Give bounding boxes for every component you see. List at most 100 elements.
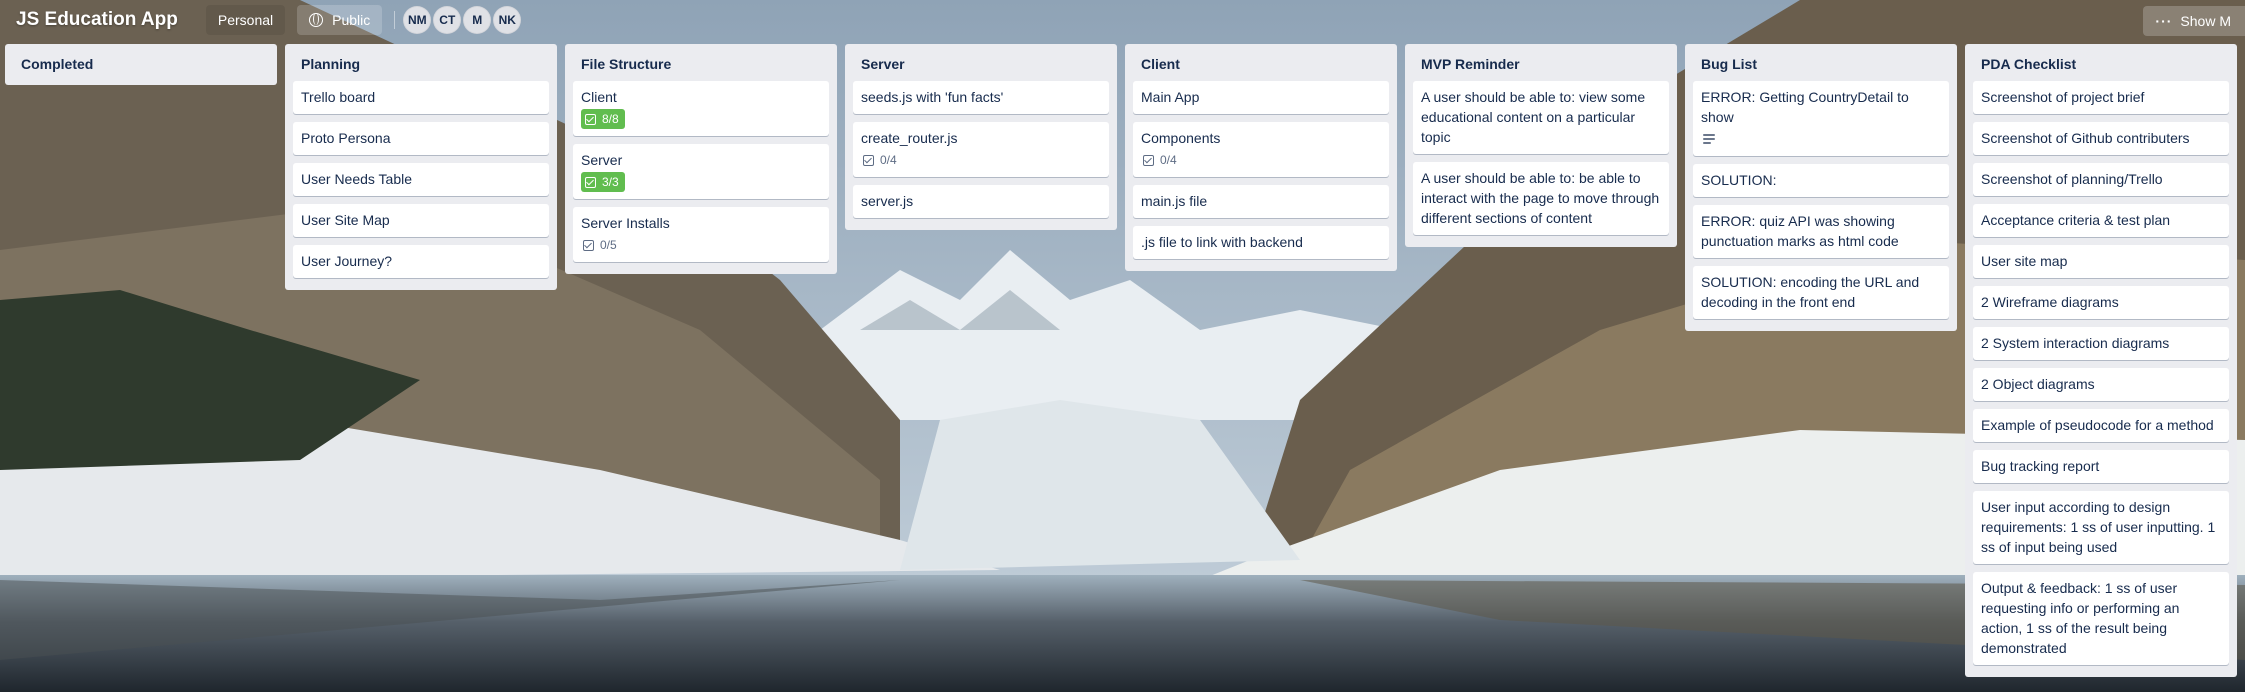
- card-title: 2 System interaction diagrams: [1981, 335, 2170, 351]
- visibility-button[interactable]: Public: [297, 5, 383, 35]
- list-title[interactable]: PDA Checklist: [1973, 44, 2229, 81]
- checklist-count: 0/5: [600, 238, 617, 252]
- card-title: create_router.js: [861, 130, 958, 146]
- card[interactable]: .js file to link with backend: [1133, 226, 1389, 259]
- card[interactable]: SOLUTION: encoding the URL and decoding …: [1693, 266, 1949, 319]
- checklist-count: 0/4: [880, 153, 897, 167]
- card-title: User Site Map: [301, 212, 390, 228]
- personal-button[interactable]: Personal: [205, 5, 286, 35]
- card-title: A user should be able to: view some educ…: [1421, 89, 1646, 145]
- list-title[interactable]: Bug List: [1693, 44, 1949, 81]
- card[interactable]: Screenshot of project brief: [1973, 81, 2229, 114]
- card[interactable]: Example of pseudocode for a method: [1973, 409, 2229, 442]
- card[interactable]: User input according to design requireme…: [1973, 491, 2229, 564]
- card-title: ERROR: Getting CountryDetail to show: [1701, 89, 1909, 125]
- card-title: Main App: [1141, 89, 1200, 105]
- personal-label: Personal: [217, 12, 274, 28]
- card-badges: 0/5: [581, 235, 821, 255]
- card[interactable]: User Site Map: [293, 204, 549, 237]
- board-canvas: Completed Planning Trello board Proto Perso…: [5, 44, 2245, 677]
- list-title[interactable]: Server: [853, 44, 1109, 81]
- list-title[interactable]: Completed: [13, 44, 269, 85]
- card[interactable]: Server Installs 0/5: [573, 207, 829, 262]
- checklist-icon: [863, 154, 874, 166]
- list-planning[interactable]: Planning Trello board Proto Persona User Ne…: [285, 44, 557, 290]
- checklist-badge: 3/3: [581, 172, 625, 192]
- card-title: SOLUTION: encoding the URL and decoding …: [1701, 274, 1920, 310]
- card[interactable]: seeds.js with 'fun facts': [853, 81, 1109, 114]
- card-title: Screenshot of project brief: [1981, 89, 2145, 105]
- card[interactable]: Client 8/8: [573, 81, 829, 136]
- card-badges: 8/8: [581, 109, 821, 129]
- list-bug-list[interactable]: Bug List ERROR: Getting CountryDetail to …: [1685, 44, 1957, 331]
- card-title: A user should be able to: be able to int…: [1421, 170, 1660, 226]
- card-title: 2 Object diagrams: [1981, 376, 2095, 392]
- card[interactable]: User site map: [1973, 245, 2229, 278]
- card[interactable]: A user should be able to: view some educ…: [1413, 81, 1669, 154]
- card[interactable]: 2 System interaction diagrams: [1973, 327, 2229, 360]
- card[interactable]: Server 3/3: [573, 144, 829, 199]
- card[interactable]: ERROR: Getting CountryDetail to show: [1693, 81, 1949, 156]
- list-title[interactable]: Planning: [293, 44, 549, 81]
- board-title[interactable]: JS Education App: [16, 9, 178, 31]
- card-title: Bug tracking report: [1981, 458, 2100, 474]
- list-server[interactable]: Server seeds.js with 'fun facts' create_ro…: [845, 44, 1117, 230]
- card[interactable]: Screenshot of Github contributers: [1973, 122, 2229, 155]
- list-pda-checklist[interactable]: PDA Checklist Screenshot of project brief…: [1965, 44, 2237, 677]
- description-icon: [1703, 134, 1715, 144]
- card[interactable]: Components 0/4: [1133, 122, 1389, 177]
- card[interactable]: 2 Wireframe diagrams: [1973, 286, 2229, 319]
- checklist-count: 3/3: [602, 175, 619, 189]
- card[interactable]: 2 Object diagrams: [1973, 368, 2229, 401]
- card-title: User Journey?: [301, 253, 393, 269]
- card[interactable]: server.js: [853, 185, 1109, 218]
- card[interactable]: ERROR: quiz API was showing punctuation …: [1693, 205, 1949, 258]
- card[interactable]: Acceptance criteria & test plan: [1973, 204, 2229, 237]
- list-mvp-reminder[interactable]: MVP Reminder A user should be able to: vi…: [1405, 44, 1677, 247]
- list-completed[interactable]: Completed: [5, 44, 277, 85]
- show-menu-button[interactable]: ··· Show M: [2143, 6, 2245, 36]
- checklist-icon: [585, 176, 596, 188]
- card-title: Proto Persona: [301, 130, 391, 146]
- list-title[interactable]: File Structure: [573, 44, 829, 81]
- card[interactable]: Trello board: [293, 81, 549, 114]
- card-title: User input according to design requireme…: [1981, 499, 2216, 555]
- card-title: Server Installs: [581, 215, 670, 231]
- card[interactable]: main.js file: [1133, 185, 1389, 218]
- card[interactable]: A user should be able to: be able to int…: [1413, 162, 1669, 235]
- card[interactable]: SOLUTION:: [1693, 164, 1949, 197]
- list-file-structure[interactable]: File Structure Client 8/8 Server 3/3 Server I…: [565, 44, 837, 274]
- card-title: User site map: [1981, 253, 2068, 269]
- card[interactable]: Output & feedback: 1 ss of user requesti…: [1973, 572, 2229, 665]
- member-avatar[interactable]: NM: [403, 6, 432, 34]
- checklist-icon: [583, 239, 594, 251]
- card[interactable]: Main App: [1133, 81, 1389, 114]
- card-title: server.js: [861, 193, 914, 209]
- checklist-count: 0/4: [1160, 153, 1177, 167]
- card-title: .js file to link with backend: [1141, 234, 1303, 250]
- card[interactable]: User Journey?: [293, 245, 549, 278]
- card-title: seeds.js with 'fun facts': [861, 89, 1004, 105]
- visibility-label: Public: [332, 12, 371, 28]
- checklist-badge: 8/8: [581, 109, 625, 129]
- card-title: Screenshot of planning/Trello: [1981, 171, 2163, 187]
- list-title[interactable]: MVP Reminder: [1413, 44, 1669, 81]
- card-title: SOLUTION:: [1701, 172, 1777, 188]
- card-title: Acceptance criteria & test plan: [1981, 212, 2171, 228]
- card[interactable]: Bug tracking report: [1973, 450, 2229, 483]
- card-badges: [1701, 129, 1941, 149]
- card[interactable]: create_router.js 0/4: [853, 122, 1109, 177]
- member-avatar[interactable]: M: [463, 6, 492, 34]
- show-menu-label: Show M: [2180, 13, 2231, 29]
- member-avatar[interactable]: NK: [493, 6, 522, 34]
- card-title: Trello board: [301, 89, 376, 105]
- card[interactable]: Proto Persona: [293, 122, 549, 155]
- card[interactable]: User Needs Table: [293, 163, 549, 196]
- card-badges: 3/3: [581, 172, 821, 192]
- card[interactable]: Screenshot of planning/Trello: [1973, 163, 2229, 196]
- member-avatar[interactable]: CT: [433, 6, 462, 34]
- card-title: Screenshot of Github contributers: [1981, 130, 2190, 146]
- header-divider: [394, 11, 396, 29]
- list-client[interactable]: Client Main App Components 0/4 main.js file.…: [1125, 44, 1397, 271]
- list-title[interactable]: Client: [1133, 44, 1389, 81]
